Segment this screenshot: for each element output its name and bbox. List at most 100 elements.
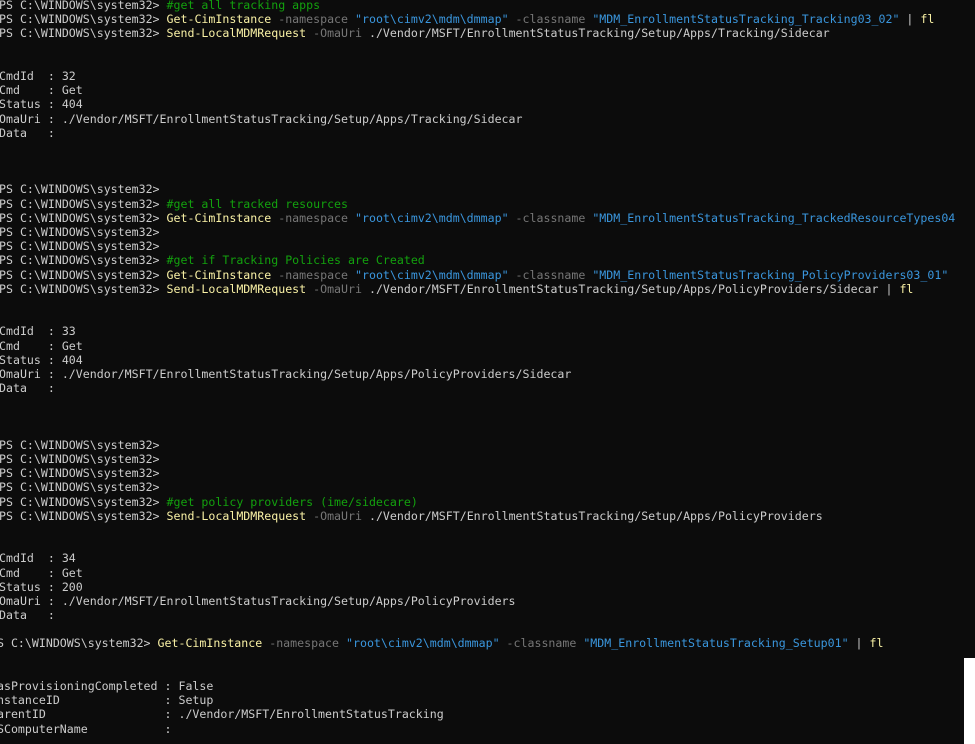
command-line: PS C:\WINDOWS\system32> #get all trackin… xyxy=(0,0,975,12)
output-text: Data : xyxy=(0,381,55,396)
command-text: Get-CimInstance xyxy=(166,267,272,282)
comment-text: #get if Tracking Policies are Created xyxy=(166,253,425,268)
output-line: OmaUri : ./Vendor/MSFT/EnrollmentStatusT… xyxy=(0,112,975,126)
command-text: Send-LocalMDMRequest xyxy=(166,26,307,41)
output-line: Cmd : Get xyxy=(0,83,975,97)
string-literal: "root\cimv2\mdm\dmmap" xyxy=(355,267,509,282)
output-line: Data : xyxy=(0,608,975,622)
output-text: Cmd : Get xyxy=(0,565,83,580)
output-text: OmaUri : ./Vendor/MSFT/EnrollmentStatusT… xyxy=(0,593,516,608)
output-line: Cmd : Get xyxy=(0,339,975,353)
output-line: CmdId : 33 xyxy=(0,324,975,338)
prompt-text: PS C:\WINDOWS\system32> xyxy=(0,0,167,12)
output-line: Status : 404 xyxy=(0,97,975,111)
argument-text: ./Vendor/MSFT/EnrollmentStatusTracking/S… xyxy=(368,508,823,523)
prompt-text: PS C:\WINDOWS\system32> xyxy=(0,480,160,495)
command-text: fl xyxy=(899,281,914,296)
output-text: InstanceID : Setup xyxy=(0,693,214,708)
output-text: Status : 404 xyxy=(0,97,83,112)
command-line: PS C:\WINDOWS\system32> xyxy=(0,452,975,466)
output-text: HasProvisioningCompleted : False xyxy=(0,679,214,693)
output-text: Data : xyxy=(0,608,55,623)
window-edge xyxy=(964,658,975,744)
command-text: fl xyxy=(869,636,884,651)
string-literal: "root\cimv2\mdm\dmmap" xyxy=(346,636,500,651)
command-line: PS C:\WINDOWS\system32> xyxy=(0,239,975,253)
command-line: PS C:\WINDOWS\system32> xyxy=(0,480,975,494)
output-line: PSComputerName : xyxy=(0,722,975,736)
command-text: Get-CimInstance xyxy=(166,210,272,225)
prompt-text: PS C:\WINDOWS\system32> xyxy=(0,239,160,254)
argument-text: ./Vendor/MSFT/EnrollmentStatusTracking/S… xyxy=(368,26,830,41)
output-line: Status : 404 xyxy=(0,353,975,367)
parameter-text: -namespace xyxy=(271,210,355,225)
command-line: PS C:\WINDOWS\system32> Send-LocalMDMReq… xyxy=(0,509,975,523)
command-line: PS C:\WINDOWS\system32> Get-CimInstance … xyxy=(0,211,975,225)
argument-text: | xyxy=(848,636,870,651)
output-line: Data : xyxy=(0,126,975,140)
command-line: PS C:\WINDOWS\system32> Get-CimInstance … xyxy=(0,636,975,650)
output-text: Cmd : Get xyxy=(0,83,83,98)
output-text: CmdId : 34 xyxy=(0,551,76,566)
output-line: ParentID : ./Vendor/MSFT/EnrollmentStatu… xyxy=(0,707,975,721)
command-line: PS C:\WINDOWS\system32> xyxy=(0,182,975,196)
output-line: Status : 200 xyxy=(0,580,975,594)
command-line: PS C:\WINDOWS\system32> Get-CimInstance … xyxy=(0,268,975,282)
parameter-text: -classname xyxy=(508,12,593,27)
output-line: CmdId : 34 xyxy=(0,551,975,565)
output-text: Cmd : Get xyxy=(0,338,83,353)
output-line: InstanceID : Setup xyxy=(0,693,975,707)
command-line: PS C:\WINDOWS\system32> Send-LocalMDMReq… xyxy=(0,282,975,296)
command-line: PS C:\WINDOWS\system32> xyxy=(0,225,975,239)
parameter-text: -namespace xyxy=(271,267,355,282)
output-text: Data : xyxy=(0,125,55,140)
command-line: PS C:\WINDOWS\system32> Get-CimInstance … xyxy=(0,12,975,26)
output-text: CmdId : 32 xyxy=(0,68,76,83)
parameter-text: -OmaUri xyxy=(306,26,369,41)
string-literal: "MDM_EnrollmentStatusTracking_Tracking03… xyxy=(592,12,900,27)
prompt-text: PS C:\WINDOWS\system32> xyxy=(0,26,167,41)
comment-text: #get all tracked resources xyxy=(166,196,349,211)
output-text: OmaUri : ./Vendor/MSFT/EnrollmentStatusT… xyxy=(0,366,572,381)
string-literal: "root\cimv2\mdm\dmmap" xyxy=(355,12,509,27)
parameter-text: -namespace xyxy=(262,636,346,651)
output-text: CmdId : 33 xyxy=(0,324,76,339)
output-line: HasProvisioningCompleted : False xyxy=(0,679,975,693)
string-literal: "MDM_EnrollmentStatusTracking_Setup01" xyxy=(583,636,849,651)
parameter-text: -OmaUri xyxy=(306,508,369,523)
output-line: Data : xyxy=(0,381,975,395)
command-text: Get-CimInstance xyxy=(157,636,263,651)
prompt-text: PS C:\WINDOWS\system32> xyxy=(0,12,167,27)
output-text: ParentID : ./Vendor/MSFT/EnrollmentStatu… xyxy=(0,707,444,722)
prompt-text: PS C:\WINDOWS\system32> xyxy=(0,210,167,225)
string-literal: "MDM_EnrollmentStatusTracking_PolicyProv… xyxy=(592,267,949,282)
prompt-text: PS C:\WINDOWS\system32> xyxy=(0,253,167,268)
command-text: Send-LocalMDMRequest xyxy=(166,281,307,296)
output-text: Status : 200 xyxy=(0,579,83,594)
prompt-text: PS C:\WINDOWS\system32> xyxy=(0,225,160,239)
command-text: fl xyxy=(920,12,935,27)
prompt-text: PS C:\WINDOWS\system32> xyxy=(0,636,158,651)
prompt-text: PS C:\WINDOWS\system32> xyxy=(0,196,167,211)
parameter-text: -classname xyxy=(508,210,593,225)
command-line: PS C:\WINDOWS\system32> #get policy prov… xyxy=(0,495,975,509)
command-line: PS C:\WINDOWS\system32> Send-LocalMDMReq… xyxy=(0,26,975,40)
powershell-terminal[interactable]: PS C:\WINDOWS\system32> #get all trackin… xyxy=(0,0,975,744)
prompt-text: PS C:\WINDOWS\system32> xyxy=(0,466,160,481)
argument-text: | xyxy=(899,12,921,27)
